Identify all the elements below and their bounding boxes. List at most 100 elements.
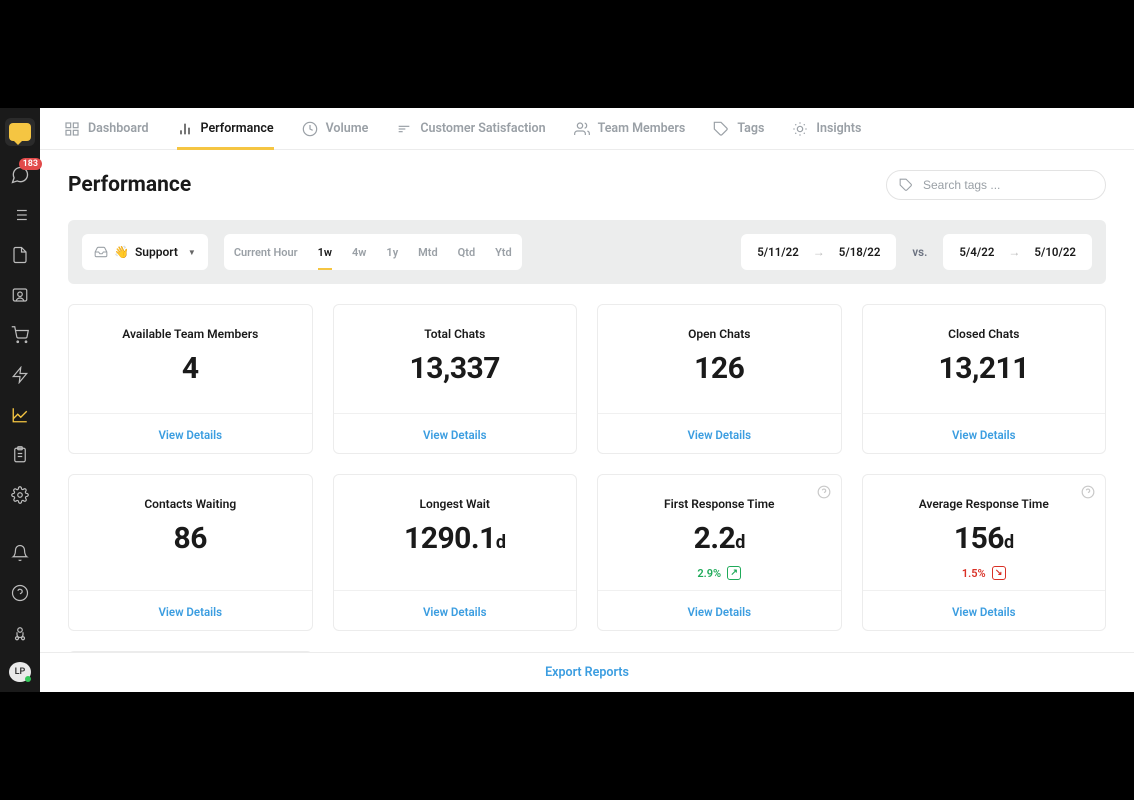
info-icon[interactable] [1081,485,1095,499]
metric-title: Longest Wait [348,497,563,511]
tab-dashboard[interactable]: Dashboard [64,108,149,150]
caret-down-icon: ▼ [188,248,196,257]
channel-label-text: Support [135,245,178,259]
performance-icon [177,121,193,137]
date-end: 5/10/22 [1034,245,1076,259]
time-range-group: Current Hour 1w 4w 1y Mtd Qtd Ytd [224,234,522,270]
info-icon[interactable] [817,485,831,499]
sidebar-orders[interactable] [8,324,32,346]
sidebar-contacts[interactable] [8,284,32,306]
tab-volume[interactable]: Volume [302,108,369,150]
range-1y[interactable]: 1y [376,234,408,270]
view-details-link[interactable]: View Details [687,605,751,619]
tab-performance[interactable]: Performance [177,108,274,150]
channel-select[interactable]: 👋 Support ▼ [82,234,208,270]
contact-icon [11,286,29,304]
chat-icon [9,123,31,141]
view-details-link[interactable]: View Details [423,605,487,619]
export-reports-button[interactable]: Export Reports [40,652,1134,692]
help-icon [11,584,29,602]
view-details-link[interactable]: View Details [158,428,222,442]
bell-icon [11,544,29,562]
clipboard-icon [11,446,29,464]
view-details-link[interactable]: View Details [687,428,751,442]
range-mtd[interactable]: Mtd [408,234,448,270]
vs-label: vs. [912,245,927,259]
cart-icon [11,326,29,344]
metric-card: Longest Wait 1290.1d View Details [333,474,578,631]
search-tags[interactable] [886,170,1106,200]
sidebar-clipboard[interactable] [8,444,32,466]
insights-icon [792,121,808,137]
sidebar-docs[interactable] [8,244,32,266]
metric-title: Average Response Time [877,497,1092,511]
metric-card: Open Chats 126 View Details [597,304,842,454]
sidebar-settings[interactable] [8,484,32,506]
search-input[interactable] [923,178,1093,192]
tag-icon [899,178,913,192]
metric-value: 1290.1d [348,521,563,556]
gear-icon [11,486,29,504]
sidebar-bot[interactable] [8,622,32,644]
date-start: 5/4/22 [959,245,994,259]
notification-badge: 183 [19,158,42,170]
dashboard-icon [64,121,80,137]
metric-card: Available Team Members 4 View Details [68,304,313,454]
page-title: Performance [68,173,191,197]
team-icon [574,121,590,137]
metric-card: Closed Chats 13,211 View Details [862,304,1107,454]
range-4w[interactable]: 4w [342,234,376,270]
delta-down-icon: ↘ [992,566,1006,580]
main-panel: Dashboard Performance Volume Customer Sa… [40,108,1134,692]
metric-title: First Response Time [612,497,827,511]
tab-team[interactable]: Team Members [574,108,686,150]
metric-card: Average Response Time 156d 1.5%↘ View De… [862,474,1107,631]
range-current-hour[interactable]: Current Hour [224,234,308,270]
primary-date-range[interactable]: 5/11/22 → 5/18/22 [741,234,896,270]
tab-label: Insights [816,121,861,136]
doc-icon [11,246,29,264]
date-start: 5/11/22 [757,245,799,259]
metric-value: 2.2d [612,521,827,556]
analytics-icon [11,406,29,424]
tab-label: Tags [737,121,764,136]
tab-label: Performance [201,121,274,136]
range-qtd[interactable]: Qtd [448,234,485,270]
global-sidebar: 183 [0,108,40,692]
sidebar-automation[interactable] [8,364,32,386]
tab-label: Dashboard [88,121,149,136]
sidebar-conversations[interactable]: 183 [8,164,32,186]
list-icon [11,206,29,224]
view-details-link[interactable]: View Details [158,605,222,619]
metric-title: Contacts Waiting [83,497,298,511]
bolt-icon [11,366,29,384]
view-details-link[interactable]: View Details [952,605,1016,619]
date-end: 5/18/22 [839,245,881,259]
tab-insights[interactable]: Insights [792,108,861,150]
metric-card: Contacts Waiting 86 View Details [68,474,313,631]
sidebar-active-chats[interactable] [5,118,35,146]
user-avatar[interactable]: LP [9,662,31,682]
metric-card: Total Chats 13,337 View Details [333,304,578,454]
tab-tags[interactable]: Tags [713,108,764,150]
delta-indicator: 1.5%↘ [877,566,1092,580]
inbox-icon [94,245,108,259]
metric-title: Closed Chats [877,327,1092,341]
sidebar-notifications[interactable] [8,542,32,564]
range-1w[interactable]: 1w [308,234,342,270]
metric-value: 86 [83,521,298,556]
sidebar-help[interactable] [8,582,32,604]
view-details-link[interactable]: View Details [952,428,1016,442]
sidebar-analytics[interactable] [8,404,32,426]
view-details-link[interactable]: View Details [423,428,487,442]
metric-title: Open Chats [612,327,827,341]
tag-icon [713,121,729,137]
tab-label: Team Members [598,121,686,136]
delta-indicator: 2.9%↗ [612,566,827,580]
volume-icon [302,121,318,137]
sidebar-list[interactable] [8,204,32,226]
range-ytd[interactable]: Ytd [485,234,522,270]
tab-csat[interactable]: Customer Satisfaction [396,108,545,150]
comparison-date-range[interactable]: 5/4/22 → 5/10/22 [943,234,1092,270]
metric-value: 13,211 [877,351,1092,386]
